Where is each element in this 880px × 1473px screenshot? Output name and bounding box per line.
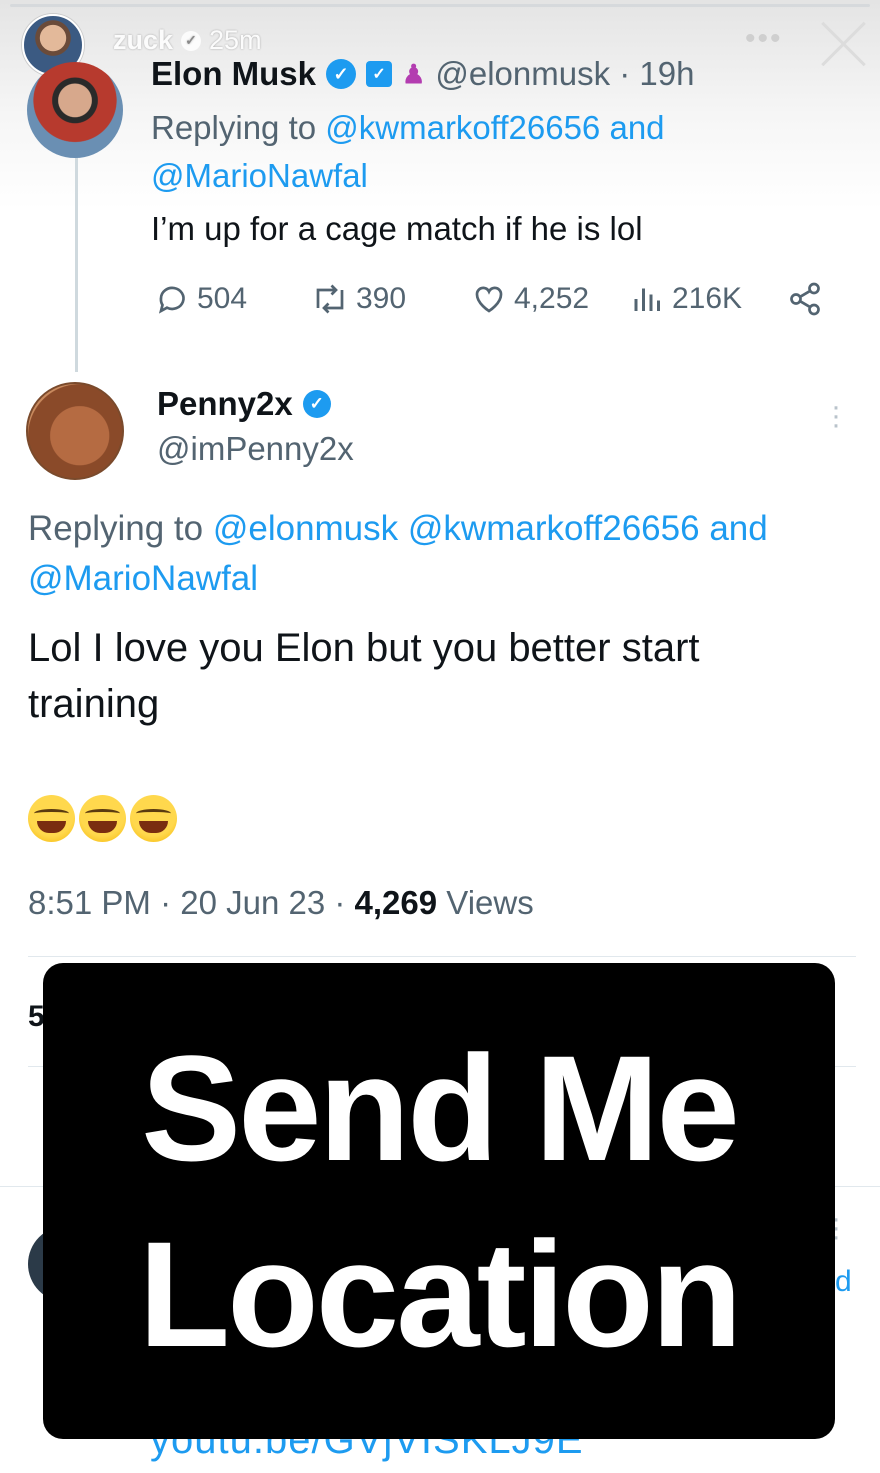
heart-icon	[475, 286, 503, 313]
tweet2-handle: @imPenny2x	[157, 430, 354, 467]
tweet2-text: Lol I love you Elon but you better start…	[28, 626, 700, 726]
laughing-emoji-icon	[28, 795, 75, 842]
tweet2-header: Penny2x ✓	[157, 385, 331, 423]
verified-icon: ✓	[302, 390, 331, 418]
laughing-emoji-row	[28, 795, 177, 842]
tweet1-handle-time: @elonmusk · 19h	[435, 55, 695, 92]
sticker-line-2: Location	[138, 1210, 743, 1378]
views-count: 4,269	[354, 884, 438, 921]
laughing-emoji-icon	[130, 795, 177, 842]
close-icon[interactable]	[818, 18, 870, 70]
tweet-time[interactable]: 8:51 PM	[28, 884, 151, 921]
like-count: 4,252	[514, 282, 590, 315]
verified-icon: ✓	[181, 30, 202, 51]
tweet1-header: Elon Musk ✓ ✓ ♟ @elonmusk · 19h	[151, 55, 694, 93]
mention-link[interactable]: @elonmusk	[213, 509, 398, 548]
mention-link[interactable]: @kwmarkoff26656	[325, 109, 600, 146]
tweet2-name[interactable]: Penny2x	[157, 385, 293, 423]
affiliate-badge-icon: ✓	[366, 61, 393, 87]
mention-link[interactable]: @MarioNawfal	[28, 559, 258, 598]
tweet2-replying-to: Replying to @elonmusk @kwmarkoff26656 an…	[28, 504, 848, 604]
views-count: 216K	[672, 282, 743, 315]
replying-and: and	[600, 109, 665, 146]
more-vertical-icon[interactable]: · · ·	[822, 392, 850, 440]
story-user-info[interactable]: zuck ✓ 25m	[113, 25, 262, 56]
tweet1-actions: 504 390 4,252 216K	[155, 281, 835, 325]
mention-link[interactable]: @kwmarkoff26656	[408, 509, 700, 548]
story-text-sticker: Send Me Location	[43, 963, 835, 1439]
story-username: zuck	[113, 25, 174, 55]
tweet2-meta: 8:51 PM · 20 Jun 23 · 4,269 Views	[28, 884, 534, 921]
avatar-penny[interactable]	[26, 382, 124, 480]
tweet1-name[interactable]: Elon Musk	[151, 55, 316, 93]
retweet-icon	[316, 284, 344, 314]
views-button[interactable]: 216K	[630, 281, 742, 317]
share-icon	[790, 282, 820, 316]
thread-line	[75, 150, 78, 372]
avatar-elon[interactable]	[27, 62, 123, 158]
laughing-emoji-icon	[79, 795, 126, 842]
views-label: Views	[446, 884, 534, 921]
reply-button[interactable]: 504	[155, 281, 247, 317]
sticker-line-1: Send Me	[141, 1024, 740, 1192]
tweet1-replying-to: Replying to @kwmarkoff26656 and @MarioNa…	[151, 104, 831, 200]
share-button[interactable]	[787, 281, 823, 317]
mention-link[interactable]: @MarioNawfal	[151, 157, 368, 194]
views-icon	[634, 288, 660, 311]
like-button[interactable]: 4,252	[470, 281, 589, 317]
partial-text: d	[835, 1265, 852, 1298]
replying-prefix: Replying to	[28, 509, 213, 548]
divider	[28, 956, 856, 957]
verified-icon: ✓	[326, 59, 357, 89]
more-options-icon[interactable]: •••	[745, 22, 783, 56]
tweet-date[interactable]: 20 Jun 23	[180, 884, 325, 921]
reply-icon	[158, 286, 185, 314]
retweet-count: 390	[356, 282, 407, 315]
tweet1-text: I’m up for a cage match if he is lol	[151, 210, 643, 247]
reply-count: 504	[197, 282, 248, 315]
retweet-button[interactable]: 390	[310, 281, 406, 317]
story-progress-bar	[10, 4, 870, 7]
replying-prefix: Replying to	[151, 109, 326, 146]
person-badge-icon: ♟	[402, 58, 426, 89]
replying-and: and	[699, 509, 768, 548]
story-time: 25m	[209, 25, 262, 55]
